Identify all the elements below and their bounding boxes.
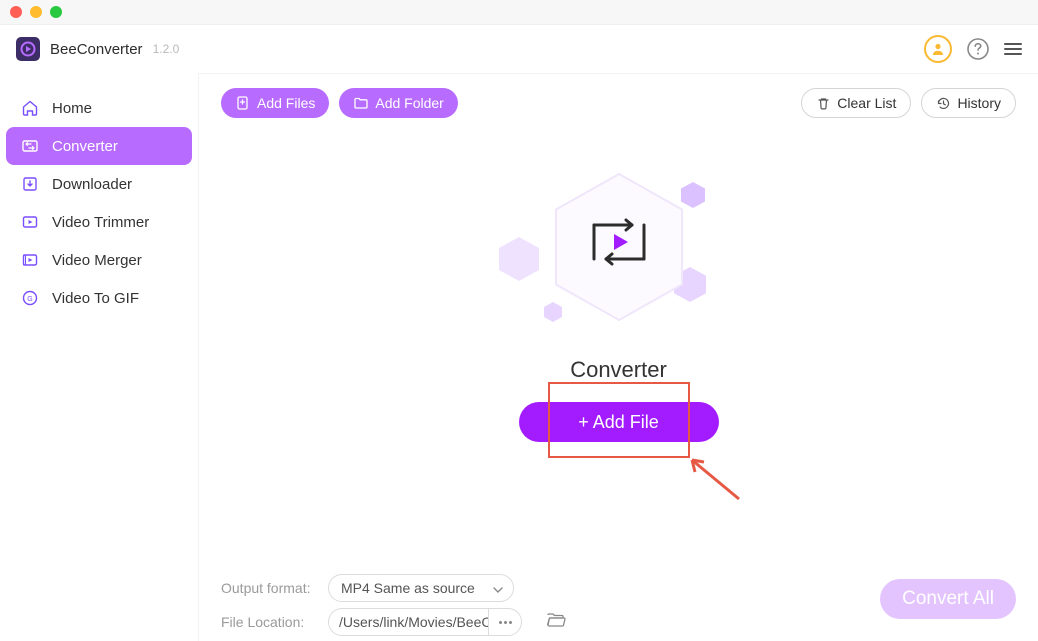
help-icon xyxy=(966,37,990,61)
chevron-down-icon xyxy=(493,580,503,596)
user-icon xyxy=(930,41,946,57)
file-location-label: File Location: xyxy=(221,614,316,630)
add-files-label: Add Files xyxy=(257,95,315,111)
add-folder-button[interactable]: Add Folder xyxy=(339,88,457,118)
file-plus-icon xyxy=(235,95,251,111)
window-close-button[interactable] xyxy=(10,6,22,18)
annotation-arrow xyxy=(684,454,744,509)
app-logo xyxy=(16,37,40,61)
main-panel: Add Files Add Folder Clear List History xyxy=(198,73,1038,641)
sidebar-item-video-trimmer[interactable]: Video Trimmer xyxy=(6,203,192,241)
home-icon xyxy=(20,98,40,118)
clear-list-button[interactable]: Clear List xyxy=(801,88,911,118)
folder-open-icon xyxy=(546,612,566,629)
dots-icon xyxy=(499,621,502,624)
empty-state: Converter + Add File xyxy=(199,132,1038,561)
history-label: History xyxy=(957,95,1001,111)
output-format-label: Output format: xyxy=(221,580,316,596)
svg-text:G: G xyxy=(27,296,32,303)
add-folder-label: Add Folder xyxy=(375,95,443,111)
sidebar-item-label: Video Merger xyxy=(52,252,142,269)
trash-icon xyxy=(816,96,831,111)
titlebar xyxy=(0,0,1038,25)
sidebar-item-label: Converter xyxy=(52,138,118,155)
add-file-label: + Add File xyxy=(578,412,659,433)
download-icon xyxy=(20,174,40,194)
app-version: 1.2.0 xyxy=(153,42,180,56)
trimmer-icon xyxy=(20,212,40,232)
open-folder-button[interactable] xyxy=(546,612,566,632)
sidebar-item-video-merger[interactable]: Video Merger xyxy=(6,241,192,279)
gif-icon: G xyxy=(20,288,40,308)
output-format-value: MP4 Same as source xyxy=(341,580,475,596)
sidebar-item-downloader[interactable]: Downloader xyxy=(6,165,192,203)
merger-icon xyxy=(20,250,40,270)
add-file-button[interactable]: + Add File xyxy=(519,402,719,442)
sidebar-item-label: Downloader xyxy=(52,176,132,193)
sidebar-item-label: Home xyxy=(52,100,92,117)
file-location-more-button[interactable] xyxy=(488,608,522,636)
sidebar-item-label: Video To GIF xyxy=(52,290,139,307)
convert-all-label: Convert All xyxy=(902,588,994,610)
converter-icon xyxy=(20,136,40,156)
folder-plus-icon xyxy=(353,95,369,111)
file-location-value: /Users/link/Movies/BeeC xyxy=(328,608,488,636)
illustration xyxy=(509,172,729,332)
app-name: BeeConverter xyxy=(50,41,143,58)
toolbar: Add Files Add Folder Clear List History xyxy=(199,74,1038,132)
output-format-select[interactable]: MP4 Same as source xyxy=(328,574,514,602)
sidebar-item-home[interactable]: Home xyxy=(6,89,192,127)
empty-state-title: Converter xyxy=(570,357,667,383)
app-header: BeeConverter 1.2.0 xyxy=(0,25,1038,73)
history-button[interactable]: History xyxy=(921,88,1016,118)
menu-button[interactable] xyxy=(1004,40,1022,58)
add-files-button[interactable]: Add Files xyxy=(221,88,329,118)
help-button[interactable] xyxy=(964,35,992,63)
sidebar-item-label: Video Trimmer xyxy=(52,214,149,231)
convert-all-button[interactable]: Convert All xyxy=(880,579,1016,619)
clear-list-label: Clear List xyxy=(837,95,896,111)
account-button[interactable] xyxy=(924,35,952,63)
sidebar-item-converter[interactable]: Converter xyxy=(6,127,192,165)
footer: Output format: MP4 Same as source File L… xyxy=(199,561,1038,641)
hamburger-icon xyxy=(1004,43,1022,45)
window-minimize-button[interactable] xyxy=(30,6,42,18)
history-icon xyxy=(936,96,951,111)
sidebar-item-video-to-gif[interactable]: G Video To GIF xyxy=(6,279,192,317)
window-maximize-button[interactable] xyxy=(50,6,62,18)
sidebar: Home Converter Downloader Video Trimmer … xyxy=(0,73,198,641)
